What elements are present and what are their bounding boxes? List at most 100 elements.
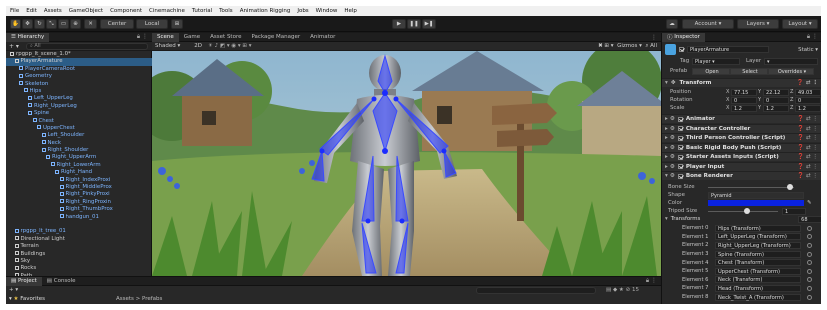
component-character-controller[interactable]: ▸ ⚙ Character Controller ❓ ⇄ ⋮ [662,123,821,133]
collab-button[interactable]: ☁ [666,19,678,29]
hierarchy-item[interactable]: Hips [6,88,152,95]
object-picker-icon[interactable] [807,242,812,248]
layers-dropdown[interactable]: Layers ▾ [737,19,779,29]
scale-y-field[interactable]: 1.2 [763,104,789,112]
menu-item[interactable]: Window [316,8,338,14]
scale-tool-button[interactable]: ⤡ [46,19,57,29]
hierarchy-item[interactable]: Sky [6,258,152,265]
position-x-field[interactable]: 77.15 [731,88,757,96]
component-enabled-checkbox[interactable] [677,135,683,141]
component-menu-icon[interactable]: ❓ ⇄ ⋮ [797,126,818,132]
component-player-input[interactable]: ▸ ⚙ Player Input ❓ ⇄ ⋮ [662,161,821,171]
component-menu-icon[interactable]: ❓ ⇄ ⋮ [797,145,818,151]
hierarchy-item[interactable]: Left_Shoulder [6,132,152,139]
favorites-item[interactable]: ▾ ★ Favorites [9,296,45,302]
element-object-field[interactable]: Spine (Transform) [715,250,801,258]
component-transform[interactable]: ▾ ✥ Transform ❓ ⇄ ⋮ [662,78,821,87]
rotation-z-field[interactable]: 0 [795,96,821,104]
scale-z-field[interactable]: 1.2 [795,104,821,112]
hierarchy-item[interactable]: Right_LowerArm [6,162,152,169]
hierarchy-item[interactable]: Right_RingProxin [6,199,152,206]
scene-toggles[interactable]: ☀ ♪ ◩ ▾ ◉ ▾ ⊞ ▾ [208,43,252,49]
element-object-field[interactable]: Head (Transform) [715,284,801,292]
hierarchy-search-input[interactable]: ⌕ All [26,43,148,50]
grid-snap-button[interactable]: ⊞ [171,19,183,29]
menu-item[interactable]: Component [110,8,142,14]
layout-dropdown[interactable]: Layout ▾ [782,19,818,29]
component-menu-icon[interactable]: ❓ ⇄ ⋮ [797,164,818,170]
eyedropper-icon[interactable]: ✎ [807,200,812,206]
tab-scene[interactable]: Scene [152,32,179,42]
element-object-field[interactable]: Chest (Transform) [715,259,801,267]
menu-item[interactable]: Help [344,8,357,14]
component-third-person-controller-script[interactable]: ▸ ⚙ Third Person Controller (Script) ❓ ⇄ ⋮ [662,133,821,142]
component-menu-icon[interactable]: ❓ ⇄ ⋮ [797,135,818,141]
hierarchy-item[interactable]: Right_Hand [6,169,152,176]
element-object-field[interactable]: Neck (Transform) [715,276,801,284]
project-breadcrumb[interactable]: Assets > Prefabs [116,296,162,302]
bone-size-slider[interactable] [708,183,794,191]
component-enabled-checkbox[interactable] [677,116,683,122]
menu-item[interactable]: Jobs [297,8,308,14]
hierarchy-lock-icon[interactable]: 🔒︎ ⋮ [137,33,148,41]
static-dropdown[interactable]: Static ▾ [798,47,818,53]
component-enabled-checkbox[interactable] [677,126,683,131]
hierarchy-item[interactable]: Directional Light [6,236,152,243]
object-picker-icon[interactable] [807,225,812,231]
component-menu-icon[interactable]: ❓ ⇄ ⋮ [797,173,818,179]
object-picker-icon[interactable] [807,277,812,283]
hierarchy-item[interactable]: PlayerCameraRoot [6,66,152,73]
prefab-overrides-dropdown[interactable]: Overrides ▾ [768,67,814,75]
component-menu-icon[interactable]: ❓ ⇄ ⋮ [797,116,818,122]
pause-button[interactable]: ❚❚ [407,19,421,29]
tab-project[interactable]: ▤ Project [6,276,42,286]
tab-inspector[interactable]: ⓘ Inspector [662,32,705,42]
object-picker-icon[interactable] [807,294,812,300]
layer-dropdown[interactable]: ▾ [764,57,818,65]
position-y-field[interactable]: 22.12 [763,88,789,96]
element-object-field[interactable]: Left_UpperLeg (Transform) [715,233,801,241]
object-picker-icon[interactable] [807,285,812,291]
tab-package-manager[interactable]: Package Manager [246,33,305,42]
shape-dropdown[interactable]: Pyramid [708,191,804,199]
element-object-field[interactable]: Hips (Transform) [715,224,801,232]
menu-item[interactable]: GameObject [69,8,103,14]
hierarchy-item[interactable]: Neck [6,140,152,147]
hierarchy-item[interactable]: Right_Shoulder [6,147,152,154]
menu-item[interactable]: Edit [26,8,37,14]
component-animator[interactable]: ▸ ⚙ Animator ❓ ⇄ ⋮ [662,114,821,123]
2d-toggle[interactable]: 2D [194,43,202,49]
shading-dropdown[interactable]: Shaded ▾ [155,43,180,49]
hierarchy-item[interactable]: rpgpp_lt_tree_01 [6,228,152,235]
tag-dropdown[interactable]: Player ▾ [692,57,740,65]
component-bone-renderer[interactable]: ▾ ⚙ Bone Renderer ❓ ⇄ ⋮ [662,171,821,180]
hierarchy-item[interactable]: Right_ThumbProx [6,206,152,213]
rotate-tool-button[interactable]: ↻ [34,19,45,29]
hierarchy-item[interactable]: Chest [6,118,152,125]
menu-item[interactable]: Tools [219,8,233,14]
step-button[interactable]: ▶❚ [422,19,436,29]
play-button[interactable]: ▶ [392,19,406,29]
tab-hierarchy[interactable]: ☰ Hierarchy [6,32,50,42]
hierarchy-item[interactable]: Geometry [6,73,152,80]
hierarchy-item[interactable]: Right_MiddleProx [6,184,152,191]
rect-tool-button[interactable]: ▭ [58,19,69,29]
component-enabled-checkbox[interactable] [677,164,683,169]
tab-game[interactable]: Game [179,33,205,42]
pivot-local-button[interactable]: Local [136,19,168,29]
project-tools[interactable]: ▤ ◆ ★ ⊘ 15 [606,287,639,293]
hierarchy-item[interactable]: Rocks [6,265,152,272]
tab-asset-store[interactable]: Asset Store [205,33,246,42]
tab-animator[interactable]: Animator [305,33,340,42]
menu-item[interactable]: Tutorial [192,8,212,14]
object-picker-icon[interactable] [807,234,812,240]
transforms-header[interactable]: ▾ Transforms 68 [662,215,821,223]
object-picker-icon[interactable] [807,251,812,257]
hand-tool-button[interactable]: ✋ [10,19,21,29]
hierarchy-item[interactable]: PlayerArmature [6,58,152,66]
menu-item[interactable]: Cinemachine [149,8,185,14]
pivot-center-button[interactable]: Center [100,19,134,29]
inspector-lock-icon[interactable]: 🔒︎ ⋮ [807,33,818,41]
hierarchy-item[interactable]: Spine [6,110,152,117]
hierarchy-item[interactable]: Right_IndexProxi [6,177,152,184]
